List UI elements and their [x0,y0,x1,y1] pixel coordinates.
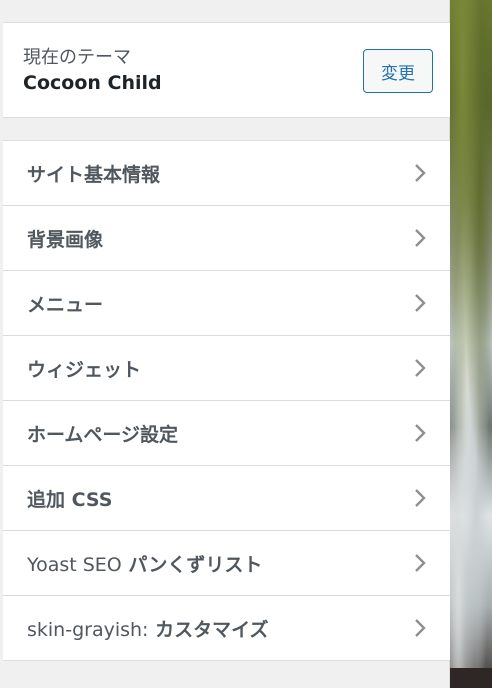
menu-item-widgets[interactable]: ウィジェット [3,336,450,401]
menu-item-label: サイト基本情報 [27,163,161,186]
menu-item-background-image[interactable]: 背景画像 [3,206,450,271]
change-theme-button[interactable]: 変更 [363,49,433,93]
current-theme-caption: 現在のテーマ [23,47,131,68]
current-theme-section: 現在のテーマ Cocoon Child 変更 [3,22,450,118]
menu-item-menus[interactable]: メニュー [3,271,450,336]
customizer-menu: サイト基本情報 背景画像 メニュー ウィジェット ホームページ設定 追加 CSS… [3,140,450,661]
chevron-right-icon [410,553,430,573]
menu-item-homepage-settings[interactable]: ホームページ設定 [3,401,450,466]
chevron-right-icon [410,488,430,508]
chevron-right-icon [410,618,430,638]
current-theme-name: Cocoon Child [23,72,162,94]
menu-item-site-identity[interactable]: サイト基本情報 [3,141,450,206]
menu-item-label: ウィジェット [27,358,142,381]
menu-item-label-prefix: Yoast SEO [27,553,122,576]
menu-item-label: Yoast SEO パンくずリスト [27,550,262,577]
menu-item-label-suffix: カスタマイズ [148,618,269,641]
chevron-right-icon [410,163,430,183]
menu-item-skin-customize[interactable]: skin-grayish: カスタマイズ [3,596,450,661]
chevron-right-icon [410,358,430,378]
menu-item-label: メニュー [27,293,104,316]
chevron-right-icon [410,293,430,313]
menu-item-label-prefix: skin-grayish: [27,618,149,641]
menu-item-label: ホームページ設定 [27,423,179,446]
menu-item-label: 背景画像 [27,228,104,251]
menu-item-yoast-breadcrumbs[interactable]: Yoast SEO パンくずリスト [3,531,450,596]
chevron-right-icon [410,228,430,248]
menu-item-label: skin-grayish: カスタマイズ [27,615,269,642]
menu-item-label: 追加 CSS [27,488,113,511]
site-preview [450,0,492,688]
menu-item-additional-css[interactable]: 追加 CSS [3,466,450,531]
chevron-right-icon [410,423,430,443]
customizer-panel: 現在のテーマ Cocoon Child 変更 サイト基本情報 背景画像 メニュー… [0,0,450,688]
menu-item-label-suffix: パンくずリスト [121,553,263,576]
